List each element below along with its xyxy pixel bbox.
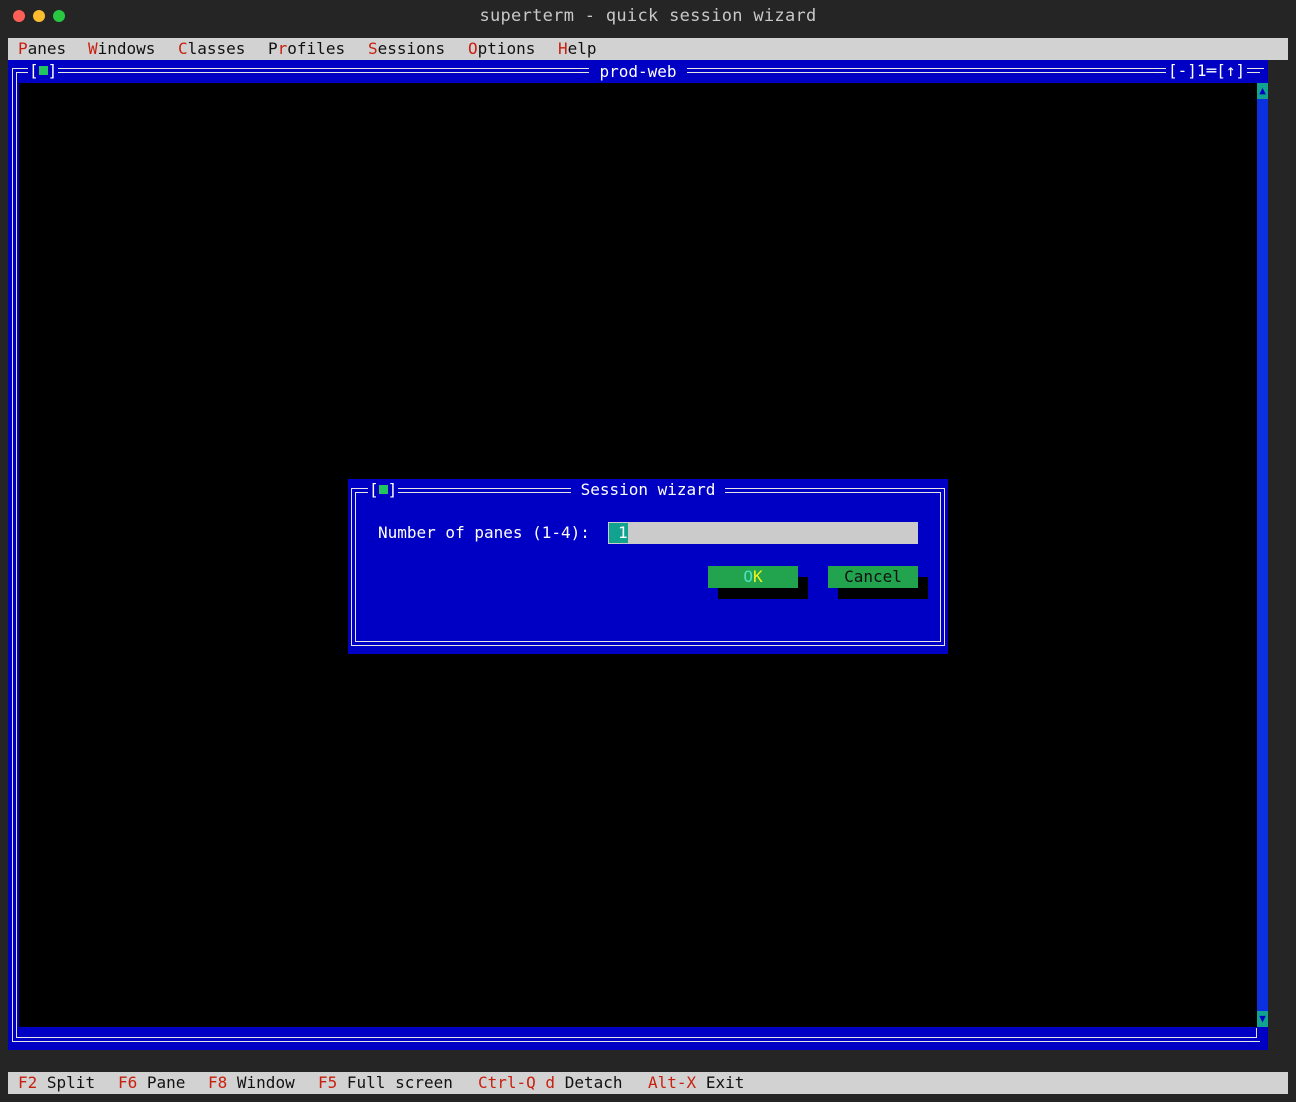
- panes-count-value: 1: [618, 523, 628, 542]
- status-window[interactable]: F8 Window: [208, 1073, 295, 1093]
- dialog-frame-bottom-outer: [351, 645, 945, 646]
- dialog-frame-bottom-inner: [355, 641, 941, 642]
- status-detach[interactable]: Ctrl-Q d Detach: [478, 1073, 623, 1093]
- window-titlebar: superterm - quick session wizard: [0, 0, 1296, 32]
- dialog-close-box[interactable]: []: [368, 480, 399, 500]
- status-exit[interactable]: Alt-X Exit: [648, 1073, 744, 1093]
- frame-bottom-inner: [16, 1037, 1256, 1038]
- dialog-frame-left-outer: [351, 488, 352, 646]
- terminal-title: prod-web: [589, 63, 687, 81]
- close-square-icon: [38, 66, 48, 75]
- menu-options[interactable]: Options: [468, 39, 535, 59]
- dialog-frame-right-inner: [940, 492, 941, 642]
- close-square-icon: [378, 485, 388, 494]
- session-wizard-dialog: [] Session wizard Number of panes (1-4):…: [348, 479, 948, 654]
- ok-button[interactable]: OK: [708, 566, 798, 588]
- dialog-title: Session wizard: [570, 480, 726, 500]
- frame-left-outer: [12, 68, 13, 1042]
- scroll-down-icon[interactable]: ▼: [1257, 1011, 1268, 1027]
- menu-classes[interactable]: Classes: [178, 39, 245, 59]
- status-bar: F2 Split F6 Pane F8 Window F5 Full scree…: [8, 1072, 1288, 1094]
- status-split[interactable]: F2 Split: [18, 1073, 95, 1093]
- panes-count-label: Number of panes (1-4):: [378, 523, 590, 542]
- dialog-frame-right-outer: [944, 488, 945, 646]
- menu-panes[interactable]: Panes: [18, 39, 66, 59]
- status-full-screen[interactable]: F5 Full screen: [318, 1073, 453, 1093]
- pane-zoom-button[interactable]: [↑]: [1216, 61, 1245, 80]
- dialog-frame-left-inner: [355, 492, 356, 642]
- window-controls: [-]1═[↑]: [1166, 61, 1248, 80]
- window-title: superterm - quick session wizard: [479, 6, 817, 26]
- menu-help[interactable]: Help: [558, 39, 597, 59]
- scroll-up-icon[interactable]: ▲: [1257, 83, 1268, 99]
- pane-minimize-button[interactable]: [-]: [1168, 61, 1197, 80]
- frame-left-inner: [16, 72, 17, 1038]
- frame-bottom-outer: [12, 1041, 1260, 1042]
- dialog-frame-top-inner: [355, 492, 941, 493]
- menu-bar: Panes Windows Classes Profiles Sessions …: [8, 38, 1288, 60]
- cancel-button[interactable]: Cancel: [828, 566, 918, 588]
- frame-top-outer: [12, 68, 1264, 69]
- dialog-frame-top-outer: [351, 488, 945, 489]
- vertical-scrollbar[interactable]: ▲ ▼: [1257, 83, 1268, 1027]
- frame-right-corner: [1256, 1028, 1257, 1038]
- window-number: 1: [1196, 61, 1207, 80]
- menu-profiles[interactable]: Profiles: [268, 39, 345, 59]
- menu-sessions[interactable]: Sessions: [368, 39, 445, 59]
- pane-close-box[interactable]: []: [28, 62, 59, 80]
- frame-top-inner: [16, 72, 1260, 73]
- status-pane[interactable]: F6 Pane: [118, 1073, 185, 1093]
- menu-windows[interactable]: Windows: [88, 39, 155, 59]
- panes-count-input[interactable]: 1: [608, 522, 918, 544]
